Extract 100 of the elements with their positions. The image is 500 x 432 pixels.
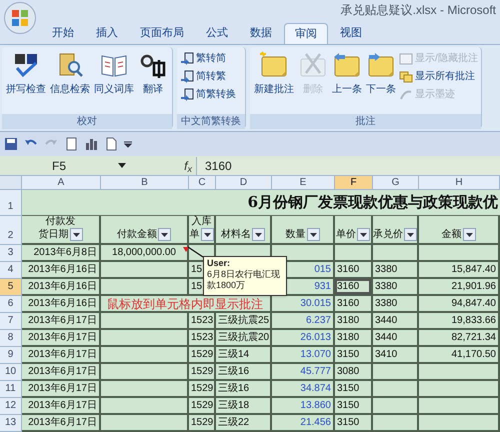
ribbon-button[interactable]: 上一条 [331, 51, 363, 97]
row-number[interactable]: 3 [0, 245, 22, 262]
filter-button[interactable] [404, 228, 417, 241]
column-header[interactable]: B [101, 176, 189, 190]
row-number[interactable]: 2 [0, 216, 22, 245]
ribbon-button[interactable]: 下一条 [365, 51, 397, 97]
convert-icon [180, 70, 194, 84]
table-cell: 34.874 [272, 381, 335, 398]
filter-button[interactable] [462, 228, 476, 241]
filter-button[interactable] [158, 228, 171, 241]
ribbon-button[interactable]: 翻译 [137, 51, 169, 97]
column-title: 单价 [336, 229, 356, 241]
caret-icon [466, 232, 472, 236]
ribbon-button[interactable]: 同义词库 [93, 51, 135, 97]
table-cell: 2013年6月17日 [22, 381, 101, 398]
caret-icon [161, 232, 168, 236]
ink-icon [399, 88, 413, 102]
name-box[interactable]: F5 [0, 157, 118, 174]
table-cell: 2013年6月17日 [22, 398, 101, 415]
row-number[interactable]: 4 [0, 262, 22, 279]
save-icon[interactable] [4, 137, 18, 151]
row-number[interactable]: 13 [0, 415, 22, 432]
ribbon-tab[interactable]: 开始 [42, 23, 84, 44]
notes-icon [399, 70, 413, 84]
chart-icon[interactable] [84, 137, 98, 151]
delete-note-icon [298, 51, 328, 79]
table-cell: 2013年6月17日 [22, 330, 101, 347]
comment-indicator-icon [183, 247, 189, 253]
ribbon-button[interactable]: 简繁转换 [180, 87, 236, 102]
group-label: 校对 [2, 114, 172, 129]
row-number[interactable]: 10 [0, 364, 22, 381]
ribbon-button[interactable]: 显示所有批注 [399, 69, 478, 84]
table-cell: 2013年6月16日 [22, 296, 101, 313]
group-label: 批注 [250, 114, 481, 129]
ribbon-button[interactable]: 繁转简 [180, 51, 236, 66]
table-cell: 3150 [335, 415, 373, 432]
row-number[interactable]: 11 [0, 381, 22, 398]
table-cell: 2013年6月16日 [22, 262, 101, 279]
document-icon[interactable] [104, 137, 118, 151]
ribbon-button[interactable]: 简转繁 [180, 69, 236, 84]
ribbon-tab[interactable]: 页面布局 [130, 23, 194, 44]
filter-button[interactable] [70, 228, 82, 241]
ribbon-button[interactable]: 新建批注 [253, 51, 295, 97]
table-cell: 2013年6月17日 [22, 347, 101, 364]
column-title: 数量 [286, 229, 306, 241]
row-number[interactable]: 1 [0, 190, 22, 216]
office-logo-icon [11, 9, 29, 27]
column-header[interactable]: H [419, 176, 500, 190]
note-icon [399, 52, 413, 66]
new-note-icon [259, 51, 289, 79]
annotation-text: 鼠标放到单元格内即显示批注 [107, 296, 263, 310]
row-number[interactable]: 8 [0, 330, 22, 347]
ribbon-button[interactable]: 信息检索 [49, 51, 91, 97]
dropdown-icon[interactable] [118, 163, 126, 168]
table-cell: 三级16 [216, 364, 272, 381]
table-cell: 1529 [189, 398, 216, 415]
column-header[interactable]: E [272, 176, 335, 190]
row-number[interactable]: 6 [0, 296, 22, 313]
table-cell: 1529 [189, 415, 216, 432]
table-cell [373, 381, 419, 398]
customize-icon[interactable] [124, 140, 132, 148]
ribbon-tab[interactable]: 公式 [196, 23, 238, 44]
ribbon-tab[interactable]: 数据 [240, 23, 282, 44]
table-cell: 82,721.34 [419, 330, 500, 347]
caret-icon [360, 232, 367, 236]
column-header[interactable]: C [189, 176, 216, 190]
column-title: 金额 [442, 229, 462, 241]
filter-button[interactable] [252, 228, 265, 241]
column-header[interactable]: F [335, 176, 373, 190]
table-cell: 21.456 [272, 415, 335, 432]
row-number[interactable]: 9 [0, 347, 22, 364]
ribbon-tab[interactable]: 视图 [330, 23, 372, 44]
column-header[interactable]: A [22, 176, 101, 190]
function-button[interactable]: f$_{x}$ [184, 156, 192, 174]
office-button[interactable] [4, 2, 36, 34]
column-title: 付款金额 [117, 229, 157, 241]
table-cell: 1529 [189, 381, 216, 398]
table-cell [373, 398, 419, 415]
filter-button[interactable] [357, 228, 370, 241]
column-title: 入库 [192, 216, 212, 228]
table-cell: 19,833.66 [419, 313, 500, 330]
ribbon-tab[interactable]: 插入 [86, 23, 128, 44]
ribbon-button[interactable]: 拼写检查 [5, 51, 47, 97]
page-icon[interactable] [64, 137, 78, 151]
row-number[interactable]: 12 [0, 398, 22, 415]
table-cell: 3440 [373, 313, 419, 330]
group-label: 中文简繁转换 [177, 114, 245, 129]
row-number[interactable]: 7 [0, 313, 22, 330]
table-cell [373, 415, 419, 432]
ribbon-tab[interactable]: 审阅 [284, 23, 328, 44]
formula-field[interactable]: 3160 [196, 156, 500, 174]
table-cell: 13.070 [272, 347, 335, 364]
column-header[interactable]: G [373, 176, 419, 190]
table-cell: 3380 [373, 296, 419, 313]
column-header[interactable]: D [216, 176, 272, 190]
filter-button[interactable] [306, 228, 320, 241]
table-cell: 3160 [335, 296, 373, 313]
row-number[interactable]: 5 [0, 279, 22, 296]
table-cell: 三级16 [216, 381, 272, 398]
filter-button[interactable] [200, 228, 214, 241]
